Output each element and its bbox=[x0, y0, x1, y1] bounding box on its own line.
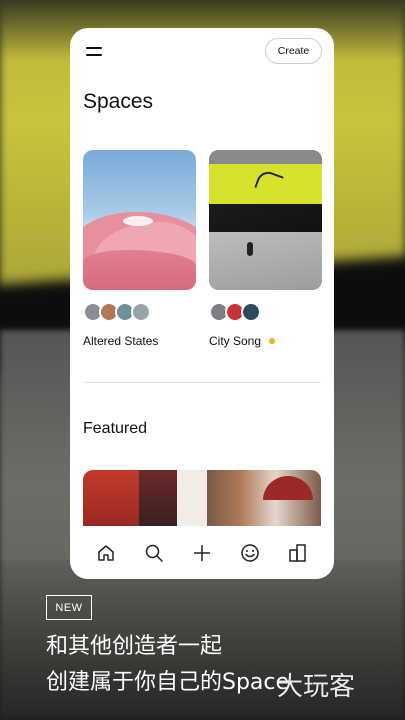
promo-headline-line2: 创建属于你自己的Space bbox=[46, 670, 290, 695]
new-badge: NEW bbox=[46, 595, 92, 620]
space-cover-image[interactable] bbox=[209, 150, 322, 290]
featured-image-strip[interactable] bbox=[83, 470, 321, 526]
avatar bbox=[241, 302, 261, 322]
status-dot bbox=[269, 338, 276, 344]
divider bbox=[83, 382, 321, 383]
featured-heading: Featured bbox=[83, 420, 148, 437]
member-avatars bbox=[209, 302, 322, 322]
space-card-altered-states[interactable]: Altered States bbox=[83, 150, 196, 348]
space-name: City Song bbox=[209, 334, 262, 348]
member-avatars bbox=[83, 302, 196, 322]
smiley-icon[interactable] bbox=[238, 541, 262, 565]
bottom-tab-bar bbox=[70, 526, 334, 579]
space-name: Altered States bbox=[83, 334, 159, 348]
watermark-logo: 大玩客 bbox=[277, 672, 356, 702]
app-screen: Create Spaces Altered States City Song F… bbox=[70, 28, 334, 579]
plus-icon[interactable] bbox=[190, 541, 214, 565]
menu-icon[interactable] bbox=[86, 47, 102, 57]
create-button[interactable]: Create bbox=[265, 38, 322, 64]
avatar bbox=[131, 302, 151, 322]
home-icon[interactable] bbox=[94, 541, 118, 565]
library-icon[interactable] bbox=[286, 541, 310, 565]
space-card-city-song[interactable]: City Song bbox=[209, 150, 322, 348]
promo-headline-line1: 和其他创造者一起 bbox=[46, 634, 223, 659]
search-icon[interactable] bbox=[142, 541, 166, 565]
space-cover-image[interactable] bbox=[83, 150, 196, 290]
page-title: Spaces bbox=[83, 90, 154, 113]
